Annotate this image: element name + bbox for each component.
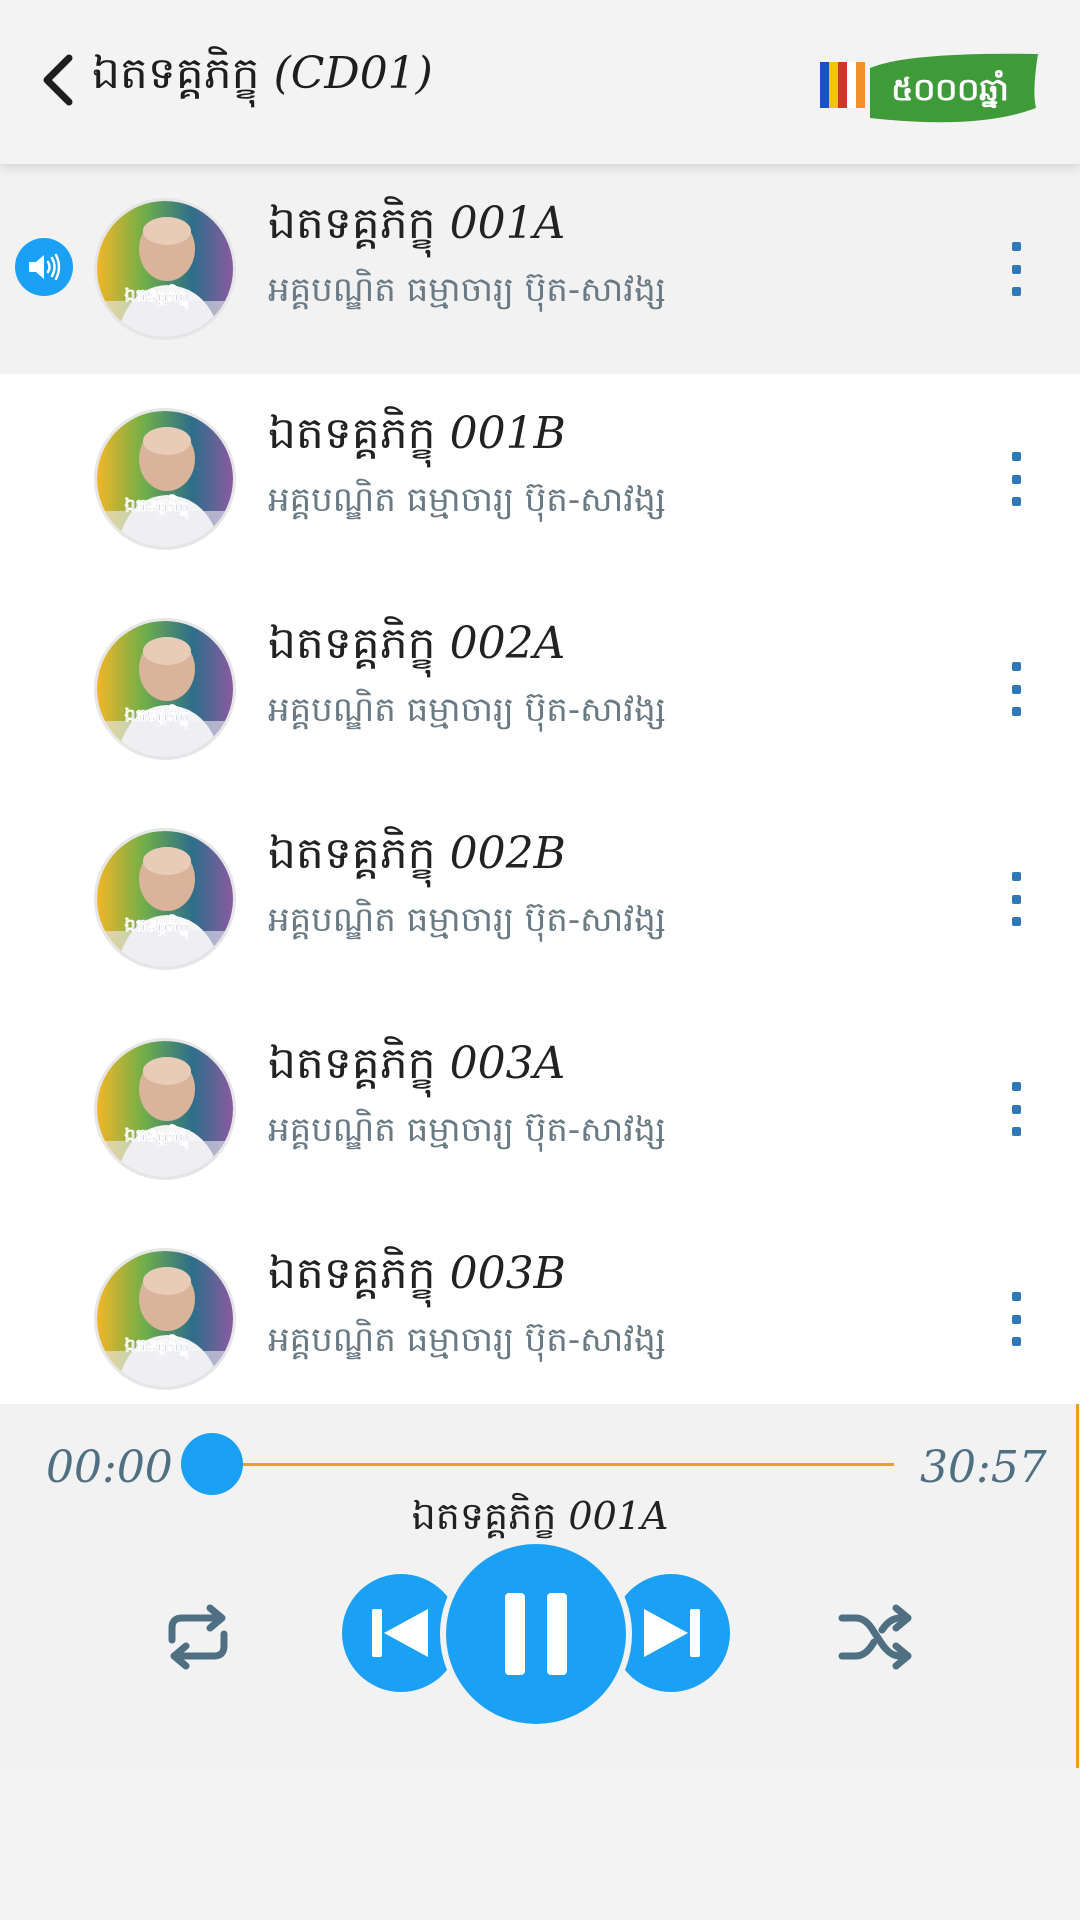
track-name: ឯតទគ្គភិក្ខុ bbox=[268, 408, 436, 459]
track-row[interactable]: ឯតទគ្គភិក្ខុ ឯតទគ្គភិក្ខុ 003B អគ្គបណ្ឌិត … bbox=[0, 1214, 1080, 1424]
track-name: ឯតទគ្គភិក្ខុ bbox=[268, 1038, 436, 1089]
track-code: 002B bbox=[449, 828, 566, 879]
track-code: 003A bbox=[449, 1038, 566, 1089]
track-avatar: ឯតទគ្គភិក្ខុ bbox=[94, 828, 236, 970]
player-bar: 00:00 30:57 ឯតទគ្គភិក្ខុ 001A bbox=[0, 1404, 1080, 1768]
skip-previous-icon bbox=[372, 1609, 428, 1657]
duration-time: 30:57 bbox=[920, 1442, 1047, 1493]
track-name: ឯតទគ្គភិក្ខុ bbox=[268, 828, 436, 879]
more-vert-icon bbox=[1011, 452, 1021, 461]
page-title-suffix: (CD01) bbox=[273, 48, 433, 99]
track-code: 003B bbox=[449, 1248, 566, 1299]
next-button[interactable] bbox=[612, 1574, 730, 1692]
pause-button[interactable] bbox=[446, 1544, 626, 1724]
track-list: ឯតទគ្គភិក្ខុ ឯតទគ្គភិក្ខុ 001A អគ្គបណ្ឌិត … bbox=[0, 164, 1080, 1404]
now-playing-code: 001A bbox=[568, 1494, 669, 1538]
track-name: ឯតទគ្គភិក្ខុ bbox=[268, 1248, 436, 1299]
track-row[interactable]: ឯតទគ្គភិក្ខុ ឯតទគ្គភិក្ខុ 002B អគ្គបណ្ឌិត … bbox=[0, 794, 1080, 1004]
track-code: 001B bbox=[449, 408, 566, 459]
track-menu-button[interactable] bbox=[1000, 662, 1032, 716]
avatar-caption: ឯតទគ្គភិក្ខុ bbox=[125, 704, 190, 729]
track-title: ឯតទគ្គភិក្ខុ 003A bbox=[268, 1036, 565, 1100]
track-code: 002A bbox=[449, 618, 566, 669]
shuffle-icon bbox=[838, 1604, 912, 1670]
now-playing-title: ឯតទគ្គភិក្ខុ 001A bbox=[0, 1492, 1080, 1548]
more-vert-icon bbox=[1011, 242, 1021, 251]
track-title: ឯតទគ្គភិក្ខុ 001B bbox=[268, 406, 566, 470]
previous-button[interactable] bbox=[342, 1574, 460, 1692]
pause-icon bbox=[505, 1593, 567, 1675]
track-artist: អគ្គបណ្ឌិត ធម្មាចារ្យ ប៊ុត-សាវង្ស bbox=[268, 690, 666, 730]
page-title: ឯតទគ្គភិក្ខុ (CD01) bbox=[92, 46, 433, 110]
logo-5000-years: ៥០០០ឆ្នាំ bbox=[820, 53, 1038, 123]
more-vert-icon bbox=[1011, 872, 1021, 881]
now-playing-name: ឯតទគ្គភិក្ខុ bbox=[411, 1494, 557, 1538]
track-menu-button[interactable] bbox=[1000, 242, 1032, 296]
track-artist: អគ្គបណ្ឌិត ធម្មាចារ្យ ប៊ុត-សាវង្ស bbox=[268, 480, 666, 520]
track-artist: អគ្គបណ្ឌិត ធម្មាចារ្យ ប៊ុត-សាវង្ស bbox=[268, 900, 666, 940]
current-time: 00:00 bbox=[46, 1442, 173, 1493]
track-row[interactable]: ឯតទគ្គភិក្ខុ ឯតទគ្គភិក្ខុ 001A អគ្គបណ្ឌិត … bbox=[0, 164, 1080, 374]
track-menu-button[interactable] bbox=[1000, 872, 1032, 926]
track-row[interactable]: ឯតទគ្គភិក្ខុ ឯតទគ្គភិក្ខុ 002A អគ្គបណ្ឌិត … bbox=[0, 584, 1080, 794]
track-avatar: ឯតទគ្គភិក្ខុ bbox=[94, 1038, 236, 1180]
track-row[interactable]: ឯតទគ្គភិក្ខុ ឯតទគ្គភិក្ខុ 003A អគ្គបណ្ឌិត … bbox=[0, 1004, 1080, 1214]
shuffle-button[interactable] bbox=[836, 1602, 916, 1672]
avatar-caption: ឯតទគ្គភិក្ខុ bbox=[125, 494, 190, 519]
track-artist: អគ្គបណ្ឌិត ធម្មាចារ្យ ប៊ុត-សាវង្ស bbox=[268, 1110, 666, 1150]
track-avatar: ឯតទគ្គភិក្ខុ bbox=[94, 408, 236, 550]
track-code: 001A bbox=[449, 198, 566, 249]
track-avatar: ឯតទគ្គភិក្ខុ bbox=[94, 618, 236, 760]
bottom-empty-area bbox=[0, 1768, 1080, 1920]
repeat-icon bbox=[168, 1604, 228, 1670]
avatar-caption: ឯតទគ្គភិក្ខុ bbox=[125, 284, 190, 309]
back-arrow-icon bbox=[43, 54, 73, 106]
track-title: ឯតទគ្គភិក្ខុ 002B bbox=[268, 826, 566, 890]
back-button[interactable] bbox=[22, 42, 92, 118]
more-vert-icon bbox=[1011, 1292, 1021, 1301]
track-avatar: ឯតទគ្គភិក្ខុ bbox=[94, 198, 236, 340]
more-vert-icon bbox=[1011, 662, 1021, 671]
track-menu-button[interactable] bbox=[1000, 452, 1032, 506]
now-playing-indicator bbox=[15, 238, 73, 296]
logo-text: ៥០០០ឆ្នាំ bbox=[891, 69, 1008, 109]
avatar-caption: ឯតទគ្គភិក្ខុ bbox=[125, 1124, 190, 1149]
track-title: ឯតទគ្គភិក្ខុ 002A bbox=[268, 616, 565, 680]
track-menu-button[interactable] bbox=[1000, 1082, 1032, 1136]
avatar-caption: ឯតទគ្គភិក្ខុ bbox=[125, 1334, 190, 1359]
speaker-icon bbox=[29, 253, 61, 281]
track-row[interactable]: ឯតទគ្គភិក្ខុ ឯតទគ្គភិក្ខុ 001B អគ្គបណ្ឌិត … bbox=[0, 374, 1080, 584]
progress-thumb[interactable] bbox=[181, 1433, 243, 1495]
track-avatar: ឯតទគ្គភិក្ខុ bbox=[94, 1248, 236, 1390]
track-artist: អគ្គបណ្ឌិត ធម្មាចារ្យ ប៊ុត-សាវង្ស bbox=[268, 1320, 666, 1360]
player-edge-line bbox=[1076, 1404, 1079, 1768]
skip-next-icon bbox=[644, 1609, 700, 1657]
track-title: ឯតទគ្គភិក្ខុ 003B bbox=[268, 1246, 566, 1310]
track-menu-button[interactable] bbox=[1000, 1292, 1032, 1346]
app-header: ឯតទគ្គភិក្ខុ (CD01) ៥០០០ឆ្នាំ bbox=[0, 0, 1080, 164]
track-name: ឯតទគ្គភិក្ខុ bbox=[268, 198, 436, 249]
progress-bar[interactable] bbox=[212, 1463, 894, 1466]
track-title: ឯតទគ្គភិក្ខុ 001A bbox=[268, 196, 565, 260]
more-vert-icon bbox=[1011, 1082, 1021, 1091]
track-artist: អគ្គបណ្ឌិត ធម្មាចារ្យ ប៊ុត-សាវង្ស bbox=[268, 270, 666, 310]
track-name: ឯតទគ្គភិក្ខុ bbox=[268, 618, 436, 669]
avatar-caption: ឯតទគ្គភិក្ខុ bbox=[125, 914, 190, 939]
repeat-button[interactable] bbox=[158, 1602, 238, 1672]
page-title-main: ឯតទគ្គភិក្ខុ bbox=[92, 48, 260, 99]
